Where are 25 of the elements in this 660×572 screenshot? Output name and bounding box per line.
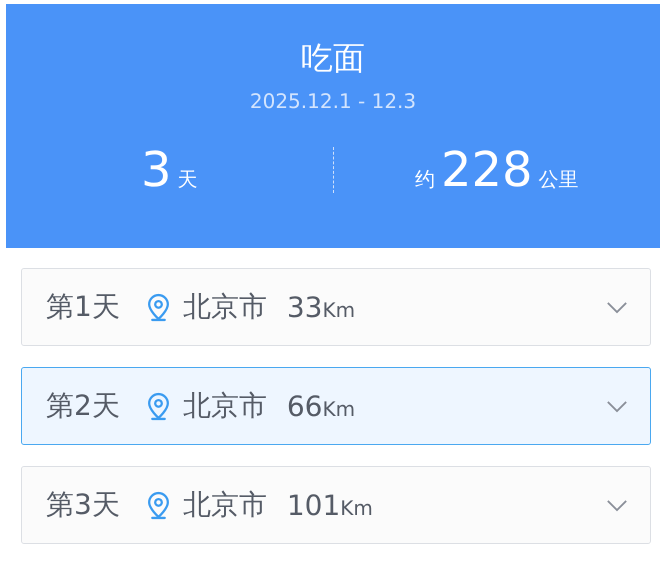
trip-title: 吃面 — [301, 38, 365, 78]
city-name: 北京市 — [182, 487, 267, 523]
chevron-down-icon[interactable] — [606, 300, 628, 314]
stat-unit: 天 — [178, 166, 198, 193]
day-card[interactable]: 第3天 北京市 101Km — [21, 466, 651, 544]
trip-dates: 2025.12.1 - 12.3 — [250, 88, 416, 114]
city-name: 北京市 — [182, 289, 267, 325]
day-distance: 33Km — [286, 290, 356, 324]
location-pin-icon — [146, 292, 171, 322]
day-card[interactable]: 第1天 北京市 33Km — [21, 268, 651, 346]
chevron-down-icon[interactable] — [606, 400, 628, 412]
stat-value: 3 — [140, 142, 172, 198]
location-pin-icon — [146, 490, 171, 520]
city-name: 北京市 — [182, 388, 267, 424]
day-label: 第2天 — [46, 388, 120, 424]
day-card[interactable]: 第2天 北京市 66Km — [21, 367, 651, 445]
day-label: 第1天 — [46, 289, 120, 325]
chevron-down-icon[interactable] — [606, 498, 628, 512]
location-pin-icon — [146, 392, 171, 420]
stat-value: 228 — [440, 142, 533, 198]
day-label: 第3天 — [46, 487, 120, 523]
day-distance: 66Km — [286, 390, 356, 422]
stat-unit: 公里 — [538, 166, 579, 193]
day-distance: 101Km — [286, 488, 374, 522]
stat-prefix: 约 — [414, 166, 435, 193]
